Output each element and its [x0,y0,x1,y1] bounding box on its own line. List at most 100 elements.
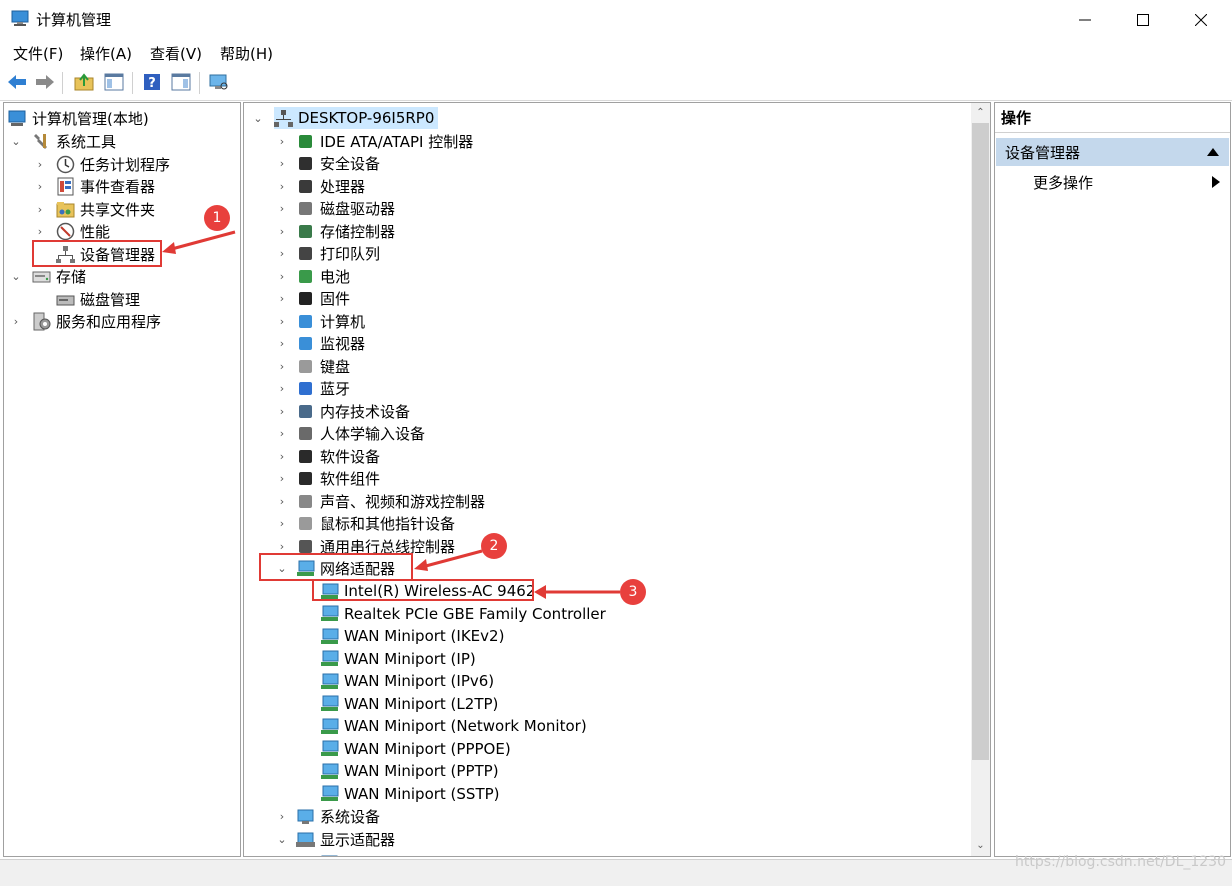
chevron-right-icon[interactable]: › [34,175,46,197]
tree-item-event-viewer[interactable]: 事件查看器 [56,175,155,197]
action-pane-button[interactable] [170,71,192,93]
toolbar-separator [199,72,200,94]
printer-icon [296,244,315,263]
device-category-item[interactable]: 处理器 [296,175,365,197]
chevron-right-icon[interactable]: › [276,198,288,220]
chevron-right-icon[interactable]: › [34,153,46,175]
chevron-right-icon[interactable]: › [34,198,46,220]
menu-file[interactable]: 文件(F) [13,43,63,64]
scroll-down-icon[interactable]: ⌄ [971,836,990,854]
chevron-right-icon[interactable]: › [276,513,288,535]
maximize-button[interactable] [1114,0,1172,40]
device-tree-root[interactable]: DESKTOP-96I5RP0 [274,107,439,129]
scroll-up-icon[interactable]: ⌃ [971,103,990,121]
tree-item-system-tools[interactable]: 系统工具 [32,130,116,152]
chevron-right-icon[interactable]: › [276,265,288,287]
tree-item-task-scheduler[interactable]: 任务计划程序 [56,153,170,175]
chevron-right-icon[interactable]: › [276,445,288,467]
forward-button[interactable] [34,71,56,93]
vertical-scrollbar[interactable]: ⌃ ⌄ [971,103,990,856]
back-arrow-icon [8,75,26,89]
show-hide-tree-button[interactable] [103,71,125,93]
device-category-label: 内存技术设备 [320,402,411,421]
chevron-right-icon[interactable]: › [276,378,288,400]
chevron-right-icon[interactable]: › [276,220,288,242]
tree-item-storage[interactable]: 存储 [32,265,86,287]
chevron-right-icon[interactable]: › [276,310,288,332]
menu-view[interactable]: 查看(V) [150,43,202,64]
chevron-right-icon[interactable]: › [276,355,288,377]
chevron-right-icon[interactable]: › [276,288,288,310]
device-category-label: 键盘 [320,357,351,376]
close-button[interactable] [1172,0,1230,40]
chevron-down-icon[interactable]: ⌄ [10,130,22,152]
annotation-arrow-2 [414,549,483,571]
tree-item-performance[interactable]: 性能 [56,220,110,242]
up-level-button[interactable] [73,71,95,93]
device-category-item[interactable]: 打印队列 [296,243,380,265]
device-category-display-adapters[interactable]: 显示适配器 [296,828,395,850]
actions-group-device-manager[interactable]: 设备管理器 [996,138,1229,166]
device-category-item[interactable]: 监视器 [296,333,365,355]
chevron-right-icon[interactable]: › [10,310,22,332]
tree-item-services-apps[interactable]: 服务和应用程序 [32,310,161,332]
device-category-item[interactable]: 安全设备 [296,153,380,175]
chevron-right-icon[interactable]: › [276,333,288,355]
help-button[interactable]: ? [141,71,163,93]
device-category-item[interactable]: 磁盘驱动器 [296,198,395,220]
chevron-right-icon[interactable]: › [276,423,288,445]
chevron-right-icon[interactable]: › [276,153,288,175]
device-category-item[interactable]: 固件 [296,288,350,310]
chevron-right-icon[interactable]: › [276,243,288,265]
device-category-item[interactable]: 电池 [296,265,350,287]
scrollbar-thumb[interactable] [972,123,989,760]
scan-hardware-button[interactable] [208,71,230,93]
device-category-item[interactable]: 存储控制器 [296,220,395,242]
network-adapter-item[interactable]: Realtek PCIe GBE Family Controller [320,603,606,625]
network-adapter-item[interactable]: WAN Miniport (IKEv2) [320,625,504,647]
network-adapter-item[interactable]: WAN Miniport (PPPOE) [320,738,511,760]
chevron-right-icon[interactable]: › [34,220,46,242]
chevron-down-icon[interactable]: ⌄ [10,265,22,287]
device-category-system-devices[interactable]: 系统设备 [296,805,380,827]
network-adapter-label: WAN Miniport (PPPOE) [344,739,511,758]
device-category-item[interactable]: 键盘 [296,355,350,377]
chevron-right-icon[interactable]: › [276,130,288,152]
device-category-item[interactable]: 声音、视频和游戏控制器 [296,490,485,512]
chevron-right-icon[interactable]: › [276,175,288,197]
network-adapter-icon [320,672,339,691]
device-category-item[interactable]: 计算机 [296,310,365,332]
chevron-right-icon[interactable]: › [276,468,288,490]
device-category-item[interactable]: 人体学输入设备 [296,423,425,445]
chevron-right-icon[interactable]: › [276,805,288,827]
network-adapter-item[interactable]: WAN Miniport (Network Monitor) [320,715,587,737]
device-category-item[interactable]: 蓝牙 [296,378,350,400]
chevron-right-icon[interactable]: › [276,400,288,422]
device-category-item[interactable]: 内存技术设备 [296,400,410,422]
network-adapter-item[interactable]: WAN Miniport (IPv6) [320,670,494,692]
tree-item-disk-management[interactable]: 磁盘管理 [56,288,140,310]
device-category-item[interactable]: 鼠标和其他指针设备 [296,513,455,535]
menu-help[interactable]: 帮助(H) [220,43,273,64]
device-category-item[interactable]: 软件设备 [296,445,380,467]
chevron-down-icon[interactable]: ⌄ [252,107,264,129]
device-category-item[interactable]: 软件组件 [296,468,380,490]
network-adapter-item[interactable]: WAN Miniport (L2TP) [320,693,498,715]
tree-item-shared-folders[interactable]: 共享文件夹 [56,198,155,220]
network-adapter-item[interactable]: WAN Miniport (PPTP) [320,760,499,782]
network-adapter-item[interactable]: WAN Miniport (IP) [320,648,476,670]
display-adapter-partial-item[interactable] [320,851,344,856]
toolbar-separator [62,72,63,94]
chevron-down-icon[interactable]: ⌄ [276,828,288,850]
more-actions-item[interactable]: 更多操作 [1033,170,1223,194]
device-category-item[interactable]: IDE ATA/ATAPI 控制器 [296,130,473,152]
more-actions-label: 更多操作 [1033,173,1094,192]
network-adapter-item[interactable]: WAN Miniport (SSTP) [320,783,500,805]
back-button[interactable] [6,71,28,93]
menu-action[interactable]: 操作(A) [80,43,132,64]
device-category-label: IDE ATA/ATAPI 控制器 [320,132,474,151]
tree-item-root[interactable]: 计算机管理(本地) [8,107,149,129]
chevron-right-icon[interactable]: › [276,490,288,512]
minimize-button[interactable] [1056,0,1114,40]
actions-pane: 操作 设备管理器 更多操作 [994,102,1231,857]
